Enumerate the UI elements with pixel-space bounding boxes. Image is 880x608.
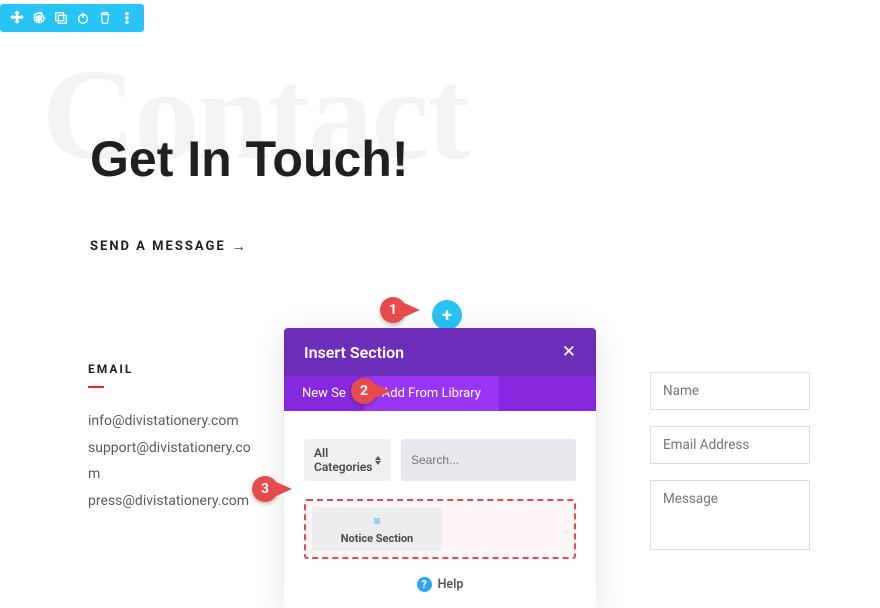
cta-label: SEND A MESSAGE (90, 239, 226, 254)
library-item-notice-section[interactable]: ≡ Notice Section (312, 507, 442, 551)
section-toolbar[interactable] (0, 4, 144, 32)
modal-title: Insert Section (304, 343, 404, 362)
trash-icon[interactable] (94, 4, 116, 32)
arrow-right-icon: → (232, 238, 248, 255)
message-field[interactable] (650, 480, 810, 550)
annotation-3: 3 (252, 476, 278, 502)
help-link[interactable]: ? Help (304, 577, 576, 592)
power-icon[interactable] (72, 4, 94, 32)
help-label: Help (438, 577, 464, 592)
contact-form (650, 372, 810, 550)
drag-handle-icon: ≡ (373, 514, 380, 528)
more-icon[interactable] (116, 4, 138, 32)
email-field[interactable] (650, 426, 810, 464)
category-select[interactable]: All Categories (304, 439, 391, 481)
add-section-button[interactable]: + (432, 300, 462, 330)
page-title: Get In Touch! (90, 130, 832, 188)
annotation-1: 1 (380, 297, 406, 323)
heading-underline (88, 386, 104, 388)
modal-header: Insert Section ✕ (284, 328, 596, 376)
move-icon[interactable] (6, 4, 28, 32)
name-field[interactable] (650, 372, 810, 410)
email-line: press@divistationery.com (88, 488, 258, 515)
duplicate-icon[interactable] (50, 4, 72, 32)
modal-body: All Categories ≡ Notice Section ? Help (284, 411, 596, 608)
chevron-updown-icon (375, 456, 381, 465)
email-line: support@divistationery.com (88, 435, 258, 488)
send-message-button[interactable]: SEND A MESSAGE → (90, 238, 248, 255)
search-input[interactable] (401, 439, 576, 481)
help-icon: ? (417, 577, 432, 592)
hero-section: Contact Get In Touch! SEND A MESSAGE → (48, 60, 832, 255)
gear-icon[interactable] (28, 4, 50, 32)
category-label: All Categories (314, 446, 375, 474)
insert-section-modal: Insert Section ✕ New Se Add From Library… (284, 328, 596, 608)
filter-row: All Categories (304, 439, 576, 481)
library-dropzone: ≡ Notice Section (304, 499, 576, 559)
modal-tabs: New Se Add From Library (284, 376, 596, 411)
library-item-label: Notice Section (341, 532, 413, 545)
close-icon[interactable]: ✕ (562, 342, 576, 362)
email-line: info@divistationery.com (88, 408, 258, 435)
annotation-2: 2 (351, 378, 377, 404)
